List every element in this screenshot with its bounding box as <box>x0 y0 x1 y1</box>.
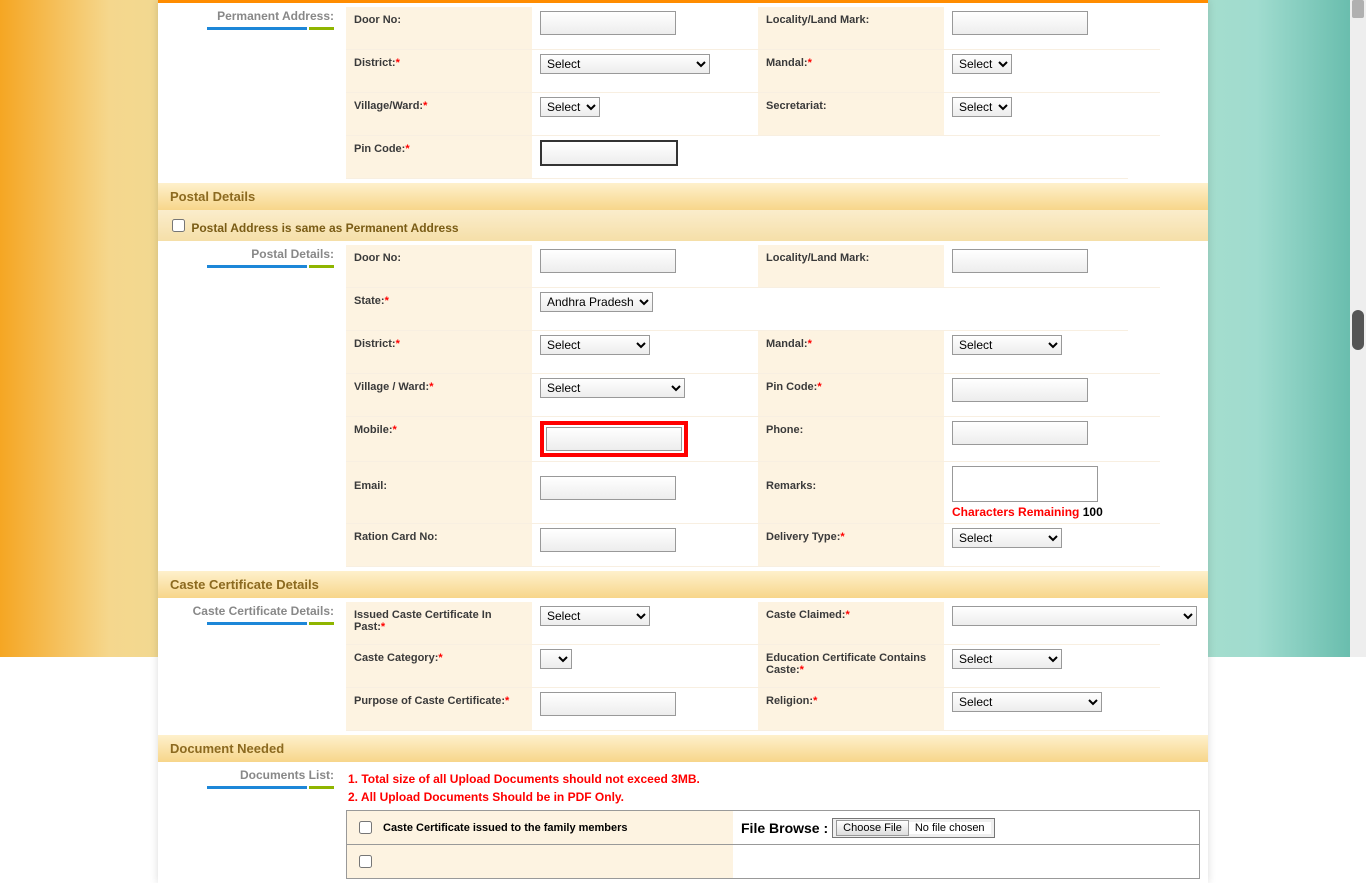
doc-instruction-2: 2. All Upload Documents Should be in PDF… <box>348 790 624 804</box>
edu-cert-select[interactable]: Select <box>952 649 1062 669</box>
postal-door-no-input[interactable] <box>540 249 676 273</box>
permanent-address-sidelabel: Permanent Address: <box>217 9 334 23</box>
door-no-label: Door No: <box>346 7 532 50</box>
doc1-label: Caste Certificate issued to the family m… <box>383 822 628 834</box>
perm-door-no-input[interactable] <box>540 11 676 35</box>
religion-select[interactable]: Select <box>952 692 1102 712</box>
postal-details-header: Postal Details <box>158 183 1208 210</box>
scrollbar-track[interactable] <box>1350 0 1366 657</box>
scrollbar-thumb-top[interactable] <box>1352 0 1364 18</box>
postal-mobile-label: Mobile: <box>354 424 393 436</box>
edu-cert-label: Education Certificate Contains Caste: <box>766 652 926 676</box>
postal-state-label: State: <box>354 295 385 307</box>
locality-label: Locality/Land Mark: <box>758 7 944 50</box>
documents-header: Document Needed <box>158 735 1208 762</box>
ration-card-input[interactable] <box>540 528 676 552</box>
caste-details-header: Caste Certificate Details <box>158 571 1208 598</box>
mandal-label: Mandal: <box>766 57 808 69</box>
postal-locality-label: Locality/Land Mark: <box>758 245 944 288</box>
postal-email-label: Email: <box>346 462 532 524</box>
postal-email-input[interactable] <box>540 476 676 500</box>
postal-door-no-label: Door No: <box>346 245 532 288</box>
file-browse-label: File Browse : <box>741 820 828 836</box>
issued-past-label: Issued Caste Certificate In Past: <box>354 609 492 633</box>
postal-village-select[interactable]: Select <box>540 378 685 398</box>
postal-mobile-input[interactable] <box>546 427 682 451</box>
postal-mandal-label: Mandal: <box>766 338 808 350</box>
no-file-chosen-text: No file chosen <box>909 822 991 834</box>
same-as-permanent-checkbox[interactable] <box>172 219 185 232</box>
caste-claimed-label: Caste Claimed: <box>766 609 845 621</box>
postal-village-label: Village / Ward: <box>354 381 429 393</box>
caste-category-select[interactable] <box>540 649 572 669</box>
caste-sidelabel: Caste Certificate Details: <box>193 604 334 618</box>
postal-remarks-textarea[interactable] <box>952 466 1098 502</box>
caste-category-label: Caste Category: <box>354 652 438 664</box>
chars-remaining-label: Characters Remaining 100 <box>952 505 1103 519</box>
postal-district-label: District: <box>354 338 396 350</box>
postal-mandal-select[interactable]: Select <box>952 335 1062 355</box>
doc-instruction-1: 1. Total size of all Upload Documents sh… <box>348 772 700 786</box>
religion-label: Religion: <box>766 695 813 707</box>
same-as-permanent-label: Postal Address is same as Permanent Addr… <box>191 221 458 235</box>
village-label: Village/Ward: <box>354 100 423 112</box>
caste-claimed-select[interactable] <box>952 606 1197 626</box>
choose-file-button[interactable]: Choose File <box>836 820 909 836</box>
mobile-highlight-box <box>540 421 688 457</box>
pincode-label: Pin Code: <box>354 143 405 155</box>
perm-mandal-select[interactable]: Select <box>952 54 1012 74</box>
doc1-checkbox[interactable] <box>359 821 372 834</box>
perm-village-select[interactable]: Select <box>540 97 600 117</box>
secretariat-label: Secretariat: <box>758 93 944 136</box>
scrollbar-thumb[interactable] <box>1352 310 1364 350</box>
postal-state-select[interactable]: Andhra Pradesh <box>540 292 653 312</box>
postal-locality-input[interactable] <box>952 249 1088 273</box>
postal-pincode-label: Pin Code: <box>766 381 817 393</box>
ration-card-label: Ration Card No: <box>346 524 532 567</box>
postal-phone-label: Phone: <box>758 417 944 462</box>
documents-sidelabel: Documents List: <box>240 768 334 782</box>
delivery-type-label: Delivery Type: <box>766 531 840 543</box>
doc2-checkbox[interactable] <box>359 855 372 868</box>
issued-past-select[interactable]: Select <box>540 606 650 626</box>
perm-secretariat-select[interactable]: Select <box>952 97 1012 117</box>
postal-district-select[interactable]: Select <box>540 335 650 355</box>
district-label: District: <box>354 57 396 69</box>
perm-pincode-input[interactable] <box>540 140 678 166</box>
perm-locality-input[interactable] <box>952 11 1088 35</box>
postal-phone-input[interactable] <box>952 421 1088 445</box>
perm-district-select[interactable]: Select <box>540 54 710 74</box>
postal-remarks-label: Remarks: <box>758 462 944 524</box>
delivery-type-select[interactable]: Select <box>952 528 1062 548</box>
purpose-label: Purpose of Caste Certificate: <box>354 695 505 707</box>
postal-pincode-input[interactable] <box>952 378 1088 402</box>
purpose-input[interactable] <box>540 692 676 716</box>
postal-sidelabel: Postal Details: <box>251 247 334 261</box>
